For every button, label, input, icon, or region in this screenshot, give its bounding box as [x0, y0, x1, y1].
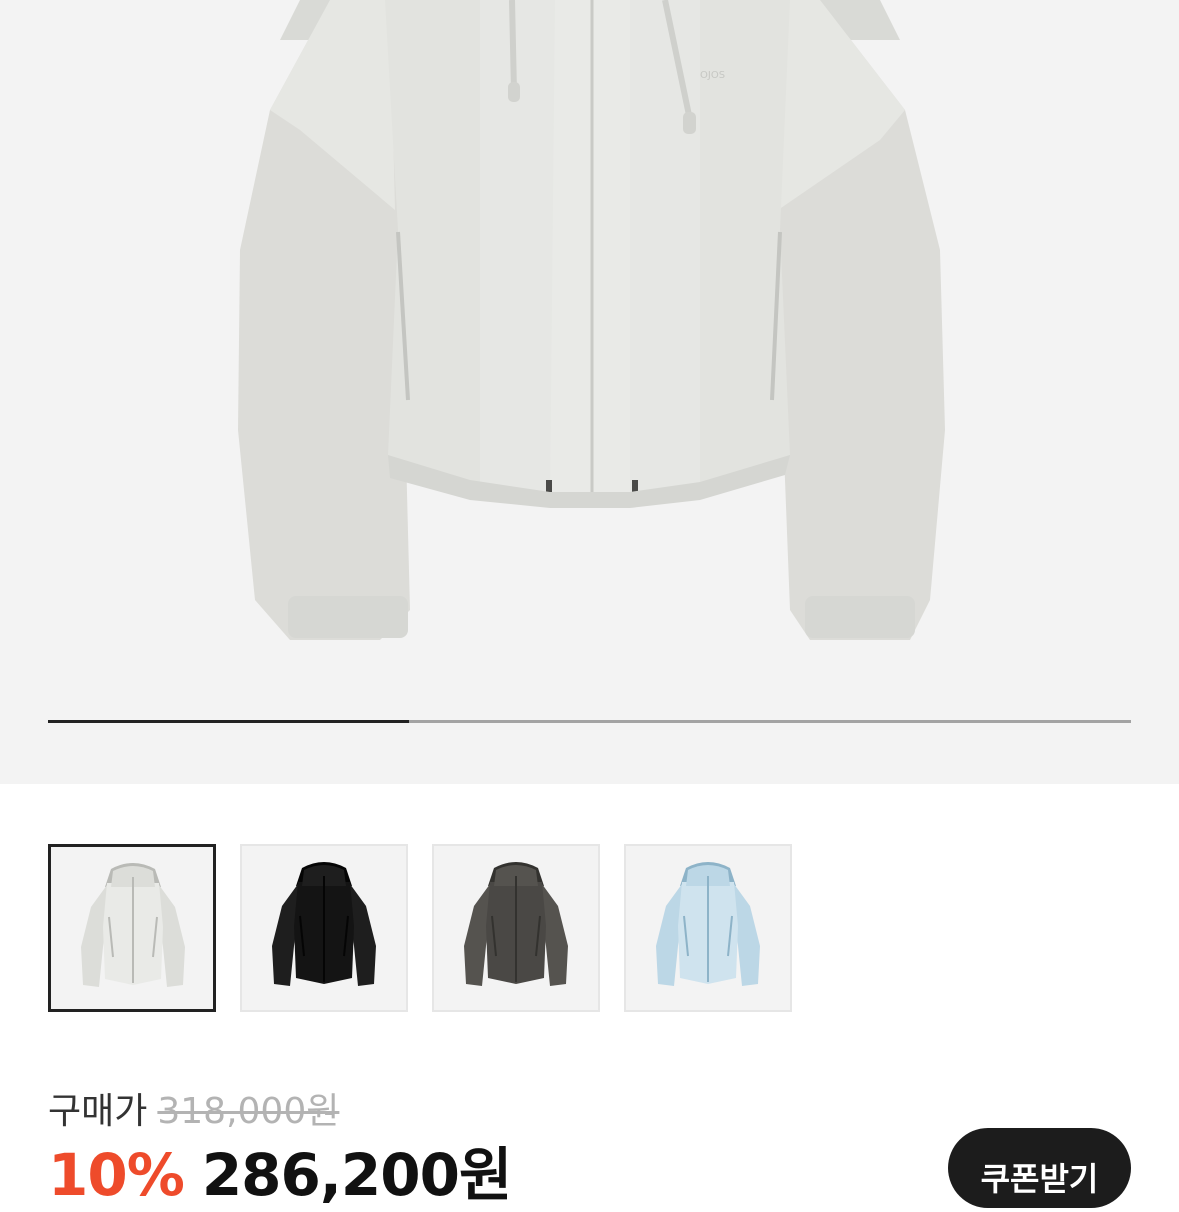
- jacket-light-blue-image: [656, 862, 760, 986]
- product-image-gallery[interactable]: OJOS: [0, 0, 1179, 784]
- purchase-price-label: 구매가: [48, 1091, 148, 1132]
- thumbnail-light-gray[interactable]: [48, 844, 216, 1012]
- jacket-charcoal-image: [464, 862, 568, 986]
- coupon-download-button[interactable]: 쿠폰받기: [948, 1128, 1131, 1208]
- sale-price-row: 10% 286,200원: [48, 1128, 513, 1212]
- gallery-progress-bar: [48, 720, 1131, 723]
- main-product-image: OJOS: [238, 0, 945, 640]
- svg-text:OJOS: OJOS: [700, 70, 725, 81]
- thumbnail-charcoal[interactable]: [432, 844, 600, 1012]
- gallery-progress-fill: [48, 720, 409, 723]
- jacket-black-image: [272, 862, 376, 986]
- jacket-light-gray-image: [81, 863, 185, 987]
- thumbnail-black[interactable]: [240, 844, 408, 1012]
- sale-price: 286,200원: [201, 1141, 513, 1209]
- price-label-row: 구매가 318,000원: [48, 1082, 339, 1134]
- discount-rate: 10%: [48, 1141, 185, 1209]
- thumbnail-light-blue[interactable]: [624, 844, 792, 1012]
- original-price: 318,000원: [157, 1091, 340, 1132]
